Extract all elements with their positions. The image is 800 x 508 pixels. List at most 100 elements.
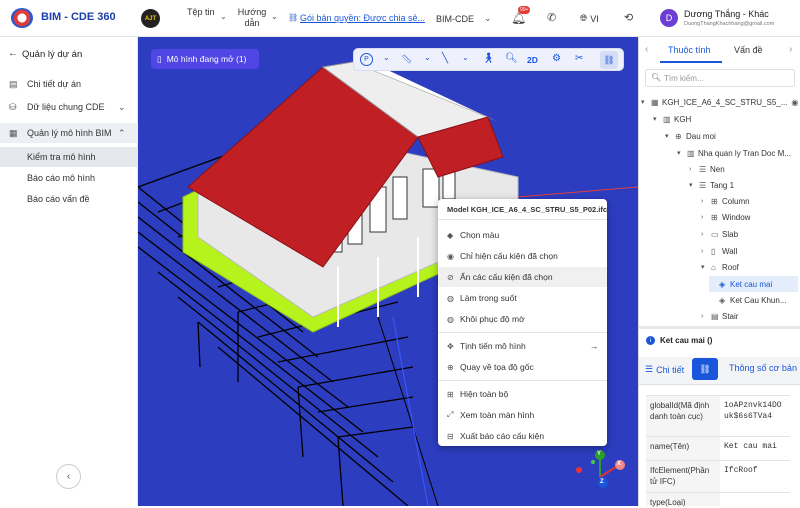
chevron-down-icon[interactable]: ⌄ (383, 53, 390, 62)
tree-node-dau-moi[interactable]: ▾ ⊕ Dau moi (665, 128, 716, 144)
chevron-down-icon: ▾ (653, 116, 657, 123)
grid-icon: ⊞ (447, 389, 454, 399)
chevron-right-icon: › (701, 213, 704, 221)
context-menu-title: Model KGH_ICE_A6_4_SC_STRU_S5_P02.ifc (447, 205, 608, 214)
document-icon: ▤ (9, 78, 18, 89)
wall-icon: ▯ (711, 246, 716, 256)
top-bar: BIM - CDE 360 AJT Tệp tin ⌄ Hướng dẫn ⌄ … (0, 0, 800, 37)
document-icon: ▯ (157, 53, 162, 64)
globe-icon: 🌐︎ (580, 13, 588, 23)
projection-icon[interactable]: P (360, 53, 373, 66)
sidebar-subitem-issue-report[interactable]: Báo cáo vấn đề (0, 189, 138, 209)
walk-icon[interactable]: 🚶︎ (482, 53, 495, 64)
chevron-right-icon: › (701, 312, 704, 320)
sidebar-item-cde-data[interactable]: ⛁ Dữ liệu chung CDE ⌄ (0, 97, 138, 117)
tree-node-kgh[interactable]: ▾ ▥ KGH (653, 111, 691, 127)
project-select[interactable]: BIM-CDE ⌄ (436, 13, 492, 24)
tab-link-button[interactable]: ⛓ (692, 358, 718, 380)
menu-item-fullscreen[interactable]: ⤢ Xem toàn màn hình (438, 405, 607, 425)
eye-icon[interactable]: ◉ (791, 98, 798, 107)
sidebar-subitem-check-model[interactable]: Kiểm tra mô hình (0, 147, 138, 167)
chevron-left-icon[interactable]: ‹ (645, 44, 648, 55)
camera-icon[interactable]: ⚙︎ (552, 53, 561, 64)
stair-icon: ▤ (711, 311, 719, 321)
view-2d-button[interactable]: 2D (527, 55, 538, 65)
avatar[interactable]: D (660, 9, 678, 27)
menu-item-show-all[interactable]: ⊞ Hiện toàn bộ (438, 384, 607, 404)
tree-node-ket-cau-mai[interactable]: ◈ Ket cau mai (709, 276, 798, 292)
tree-node-nha-quan-ly[interactable]: ▾ ▥ Nha quan ly Tran Doc M... (677, 145, 791, 161)
building-icon: ▥ (687, 148, 695, 158)
menu-item-make-transparent[interactable]: ◍ Làm trong suốt (438, 288, 607, 308)
chevron-up-icon: ⌃ (118, 127, 126, 138)
chevron-down-icon: ▾ (641, 99, 645, 106)
tree-node-wall[interactable]: › ▯ Wall (701, 243, 737, 259)
chevron-right-icon[interactable]: › (789, 44, 792, 55)
measure-icon[interactable]: 📏︎ (401, 54, 412, 65)
back-arrow-icon[interactable]: ← (8, 48, 18, 59)
export-icon: ⊟ (447, 431, 454, 441)
sidebar: ← Quản lý dự án ▤ Chi tiết dự án ⛁ Dữ li… (0, 37, 138, 506)
sidebar-item-bim-models[interactable]: ▦ Quản lý mô hình BIM ⌃ (0, 123, 138, 143)
sidebar-subitem-model-report[interactable]: Báo cáo mô hình (0, 168, 138, 188)
eye-off-icon: ⊘ (447, 272, 454, 282)
menu-item-show-only-selected[interactable]: ◉ Chỉ hiện cấu kiện đã chọn (438, 246, 607, 266)
chevron-down-icon: ▾ (677, 150, 681, 157)
language-select[interactable]: 🌐︎ VI (580, 13, 599, 24)
history-icon[interactable]: ⟲ (624, 11, 633, 24)
chevron-down-icon: ▾ (701, 264, 705, 271)
window-icon: ⊞ (711, 212, 718, 222)
tree-search-input[interactable]: 🔍︎ Tìm kiếm... (645, 69, 795, 87)
chevron-down-icon[interactable]: ⌄ (462, 53, 469, 62)
tree-node-window[interactable]: › ⊞ Window (701, 209, 750, 225)
section-cut-icon[interactable]: ✂︎ (575, 53, 583, 64)
zoom-icon[interactable]: 🔍︎ (505, 53, 518, 64)
tree-node-column[interactable]: › ⊞ Column (701, 193, 750, 209)
menu-file[interactable]: Tệp tin (187, 7, 217, 18)
tab-basic-params[interactable]: Thông số cơ bản (729, 363, 797, 373)
tree-node-nen[interactable]: › ☰ Nen (689, 161, 725, 177)
tree-node-model[interactable]: ▾ ▦ KGH_ICE_A6_4_SC_STRU_S5_... ◉ (641, 94, 798, 110)
axis-x-label: X (617, 461, 622, 467)
menu-item-export-report[interactable]: ⊟ Xuất báo cáo cấu kiện (438, 426, 607, 446)
license-link[interactable]: Gói bản quyền: Được chia sẻ... (300, 13, 425, 23)
tree-node-ket-cau-khung[interactable]: ◈ Ket Cau Khun... (719, 292, 786, 308)
menu-item-reset-origin[interactable]: ⊕ Quay về tọa độ gốc (438, 357, 607, 377)
menu-item-hide-selected[interactable]: ⊘ Ẩn các cấu kiện đã chọn (438, 267, 607, 287)
globe-icon: ⊕ (675, 131, 682, 141)
app-logo[interactable] (11, 8, 33, 28)
collapse-sidebar-button[interactable]: ‹ (56, 464, 81, 489)
tab-properties-underline (660, 61, 722, 63)
tree-node-tang-1[interactable]: ▾ ☰ Tang 1 (689, 177, 734, 193)
tab-properties[interactable]: Thuộc tính (668, 45, 711, 55)
menu-guide[interactable]: Hướng dẫn (236, 7, 268, 29)
tab-detail[interactable]: ☰ Chi tiết (645, 364, 684, 375)
tree-node-slab[interactable]: › ▭ Slab (701, 226, 738, 242)
tab-issues[interactable]: Vấn đề (734, 45, 763, 55)
link-icon: ⛓ (699, 363, 711, 374)
property-row-ifcelement: IfcElement(Phần tử IFC) IfcRoof (646, 461, 790, 493)
menu-item-choose-color[interactable]: ◆ Chọn màu (438, 225, 607, 245)
panel-divider[interactable] (639, 326, 800, 329)
column-icon: ⊞ (711, 196, 718, 206)
chevron-down-icon[interactable]: ⌄ (424, 53, 431, 62)
element-icon: ◈ (719, 295, 726, 305)
fullscreen-icon: ⤢ (447, 410, 454, 419)
chevron-down-icon: ⌄ (220, 12, 227, 21)
menu-item-translate-model[interactable]: ✥ Tịnh tiến mô hình → (438, 336, 607, 356)
move-icon: ✥ (447, 341, 454, 351)
tree-node-stair[interactable]: › ▤ Stair (701, 308, 738, 324)
phone-icon[interactable]: ✆ (547, 11, 556, 24)
sidebar-title: Quản lý dự án (22, 49, 83, 60)
sidebar-item-project-detail[interactable]: ▤ Chi tiết dự án (0, 74, 138, 94)
chevron-left-icon: ‹ (66, 471, 71, 482)
partner-logo: AJT (141, 9, 160, 28)
menu-item-restore-opacity[interactable]: ◍ Khôi phục độ mờ (438, 309, 607, 329)
property-row-type: type(Loại) (646, 493, 790, 507)
chevron-right-icon: › (701, 230, 704, 238)
drop-icon: ◍ (447, 314, 454, 324)
open-models-button[interactable]: ▯ Mô hình đang mở (1) (151, 49, 259, 69)
tree-node-roof[interactable]: ▾ ⌂ Roof (701, 259, 739, 275)
line-tool-icon[interactable]: ╲ (442, 53, 448, 64)
hierarchy-icon[interactable]: ⛓ (600, 51, 618, 69)
